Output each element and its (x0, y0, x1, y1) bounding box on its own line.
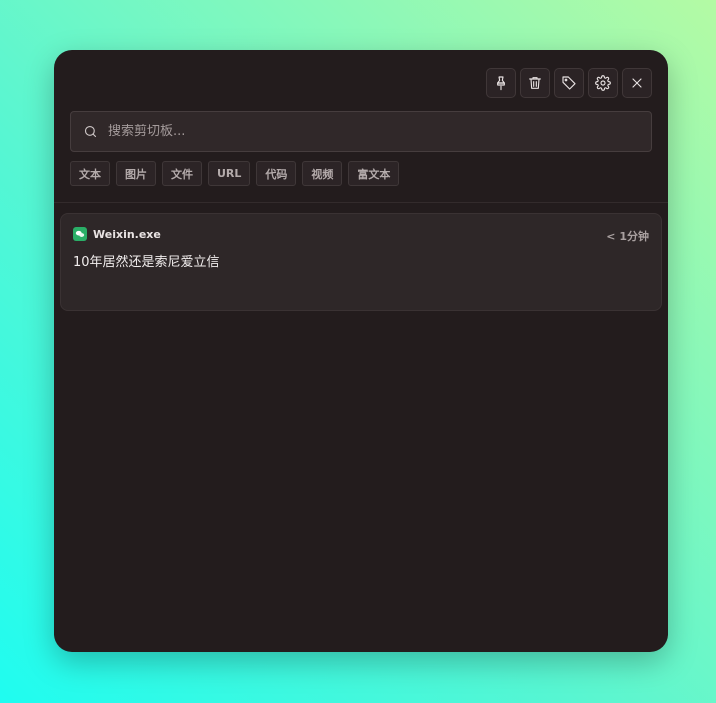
trash-icon (529, 77, 541, 89)
filter-text[interactable]: 文本 (70, 161, 110, 186)
filter-image[interactable]: 图片 (116, 161, 156, 186)
pin-button[interactable] (486, 68, 516, 98)
gear-icon (595, 75, 611, 91)
tag-icon (562, 76, 576, 90)
delete-button[interactable] (520, 68, 550, 98)
clipboard-window: 文本 图片 文件 URL 代码 视频 富文本 Weixin.exe < 1分钟 … (54, 50, 668, 652)
tag-button[interactable] (554, 68, 584, 98)
item-content: 10年居然还是索尼爱立信 (73, 255, 220, 270)
settings-button[interactable] (588, 68, 618, 98)
toolbar (486, 68, 652, 98)
filter-bar: 文本 图片 文件 URL 代码 视频 富文本 (70, 161, 400, 186)
search-box (70, 111, 652, 152)
clipboard-item[interactable]: Weixin.exe < 1分钟 10年居然还是索尼爱立信 (60, 213, 662, 311)
item-header: Weixin.exe (73, 227, 161, 241)
search-icon (84, 125, 97, 138)
filter-video[interactable]: 视频 (302, 161, 343, 186)
wechat-icon (73, 227, 87, 241)
filter-rich-text[interactable]: 富文本 (348, 161, 400, 186)
item-timestamp: < 1分钟 (606, 230, 649, 243)
divider (54, 202, 668, 203)
close-button[interactable] (622, 68, 652, 98)
search-input[interactable] (108, 124, 651, 139)
filter-url[interactable]: URL (208, 161, 251, 186)
source-app-name: Weixin.exe (93, 227, 161, 241)
filter-code[interactable]: 代码 (256, 161, 297, 186)
filter-file[interactable]: 文件 (162, 161, 202, 186)
pin-icon (497, 76, 505, 91)
close-icon (632, 78, 642, 88)
